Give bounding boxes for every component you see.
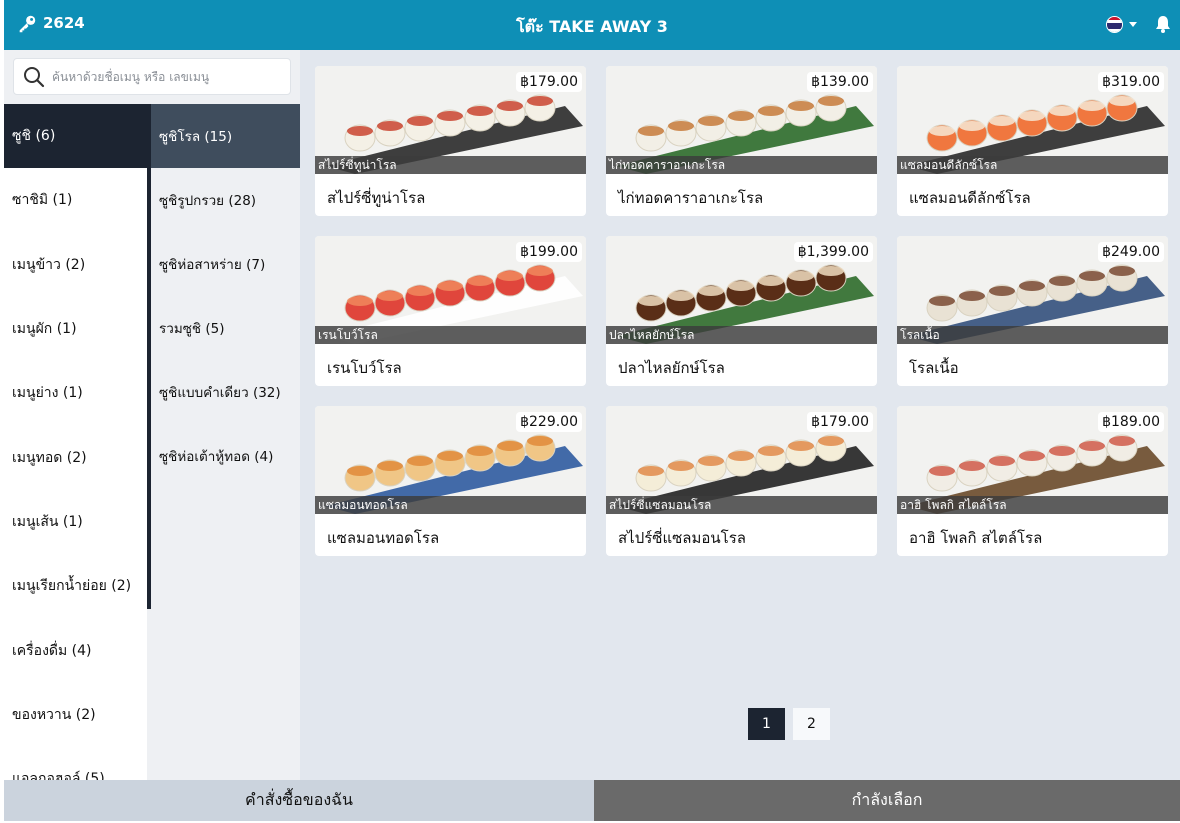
product-image-caption: สไปร์ซี่ทูน่าโรล xyxy=(315,156,586,174)
product-price: ฿179.00 xyxy=(807,412,873,432)
chevron-down-icon[interactable] xyxy=(1129,22,1137,27)
product-price: ฿229.00 xyxy=(516,412,582,432)
product-name: สไปร์ซี่ทูน่าโรล xyxy=(327,189,426,207)
product-name: โรลเนื้อ xyxy=(909,359,959,377)
category-item-alcohol[interactable]: แอลกอฮอล์ (5) xyxy=(4,747,147,780)
my-orders-button[interactable]: คำสั่งซื้อของฉัน xyxy=(4,780,594,821)
product-card[interactable]: ฿319.00 แซลมอนดีลักซ์โรล แซลมอนดีลักซ์โรล xyxy=(897,66,1168,216)
subcategory-item-temaki[interactable]: ซูชิรูปกรวย (28) xyxy=(151,168,300,232)
category-list: ซูชิ (6) ซาชิมิ (1) เมนูข้าว (2) เมนูผัก… xyxy=(4,104,147,780)
selecting-button[interactable]: กำลังเลือก xyxy=(594,780,1180,821)
product-image-caption: แซลมอนทอดโรล xyxy=(315,496,586,514)
product-name: แซลมอนดีลักซ์โรล xyxy=(909,189,1031,207)
product-name: สไปร์ซี่แซลมอนโรล xyxy=(618,529,746,547)
product-price: ฿189.00 xyxy=(1098,412,1164,432)
search-input[interactable] xyxy=(52,59,284,94)
product-price: ฿319.00 xyxy=(1098,72,1164,92)
product-image-caption: โรลเนื้อ xyxy=(897,326,1168,344)
product-name: ปลาไหลยักษ์โรล xyxy=(618,359,725,377)
product-card[interactable]: ฿1,399.00 ปลาไหลยักษ์โรล ปลาไหลยักษ์โรล xyxy=(606,236,877,386)
product-card[interactable]: ฿179.00 สไปร์ซี่แซลมอนโรล สไปร์ซี่แซลมอนโร… xyxy=(606,406,877,556)
product-price: ฿139.00 xyxy=(807,72,873,92)
product-card[interactable]: ฿199.00 เรนโบว์โรล เรนโบว์โรล xyxy=(315,236,586,386)
product-card[interactable]: ฿179.00 สไปร์ซี่ทูน่าโรล สไปร์ซี่ทูน่าโรล xyxy=(315,66,586,216)
subcategory-item-maki[interactable]: ซูชิห่อสาหร่าย (7) xyxy=(151,232,300,296)
product-card[interactable]: ฿249.00 โรลเนื้อ โรลเนื้อ xyxy=(897,236,1168,386)
subcategory-list: ซูชิโรล (15) ซูชิรูปกรวย (28) ซูชิห่อสาห… xyxy=(151,104,300,488)
product-image-caption: ไก่ทอดคาราอาเกะโรล xyxy=(606,156,877,174)
page-button-2[interactable]: 2 xyxy=(793,708,830,740)
category-item-fried[interactable]: เมนูทอด (2) xyxy=(4,425,147,489)
product-name: อาฮิ โพลกิ สไตล์โรล xyxy=(909,529,1043,547)
subcategory-item-sushi-roll[interactable]: ซูชิโรล (15) xyxy=(151,104,300,168)
top-bar: 2624 โต๊ะ TAKE AWAY 3 xyxy=(4,0,1180,50)
search-box[interactable] xyxy=(13,58,291,95)
bell-icon[interactable] xyxy=(1155,15,1171,33)
category-item-rice[interactable]: เมนูข้าว (2) xyxy=(4,233,147,297)
subcategory-item-nigiri[interactable]: ซูชิแบบคำเดียว (32) xyxy=(151,360,300,424)
thai-flag-icon[interactable] xyxy=(1106,16,1123,33)
category-item-sashimi[interactable]: ซาชิมิ (1) xyxy=(4,168,147,232)
category-item-dessert[interactable]: ของหวาน (2) xyxy=(4,683,147,747)
subcategory-item-inari[interactable]: ซูชิห่อเต้าหู้ทอด (4) xyxy=(151,424,300,488)
product-card[interactable]: ฿229.00 แซลมอนทอดโรล แซลมอนทอดโรล xyxy=(315,406,586,556)
product-image-caption: ปลาไหลยักษ์โรล xyxy=(606,326,877,344)
page-button-1[interactable]: 1 xyxy=(748,708,785,740)
product-image-caption: อาฮิ โพลกิ สไตล์โรล xyxy=(897,496,1168,514)
product-name: ไก่ทอดคาราอาเกะโรล xyxy=(618,189,764,207)
category-item-grill[interactable]: เมนูย่าง (1) xyxy=(4,361,147,425)
page-title: โต๊ะ TAKE AWAY 3 xyxy=(516,17,668,36)
product-name: เรนโบว์โรล xyxy=(327,359,402,377)
product-price: ฿199.00 xyxy=(516,242,582,262)
product-card[interactable]: ฿189.00 อาฮิ โพลกิ สไตล์โรล อาฮิ โพลกิ สไต… xyxy=(897,406,1168,556)
product-card[interactable]: ฿139.00 ไก่ทอดคาราอาเกะโรล ไก่ทอดคาราอาเกะ… xyxy=(606,66,877,216)
product-image-caption: เรนโบว์โรล xyxy=(315,326,586,344)
product-price: ฿249.00 xyxy=(1098,242,1164,262)
category-item-vegetable[interactable]: เมนูผัก (1) xyxy=(4,297,147,361)
category-item-drinks[interactable]: เครื่องดื่ม (4) xyxy=(4,618,147,682)
product-image-caption: สไปร์ซี่แซลมอนโรล xyxy=(606,496,877,514)
category-item-sushi[interactable]: ซูชิ (6) xyxy=(4,104,147,169)
category-item-appetizer[interactable]: เมนูเรียกน้ำย่อย (2) xyxy=(4,554,147,618)
category-item-noodle[interactable]: เมนูเส้น (1) xyxy=(4,490,147,554)
product-name: แซลมอนทอดโรล xyxy=(327,529,440,547)
product-price: ฿1,399.00 xyxy=(793,242,873,262)
product-price: ฿179.00 xyxy=(516,72,582,92)
search-icon xyxy=(24,67,45,88)
subcategory-item-sushi-set[interactable]: รวมซูชิ (5) xyxy=(151,296,300,360)
pagination: 1 2 xyxy=(748,708,830,740)
product-image-caption: แซลมอนดีลักซ์โรล xyxy=(897,156,1168,174)
